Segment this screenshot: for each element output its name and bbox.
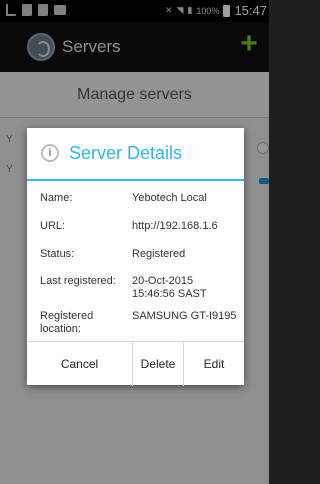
detail-value: 20-Oct-2015 15:46:56 SAST xyxy=(132,275,207,300)
detail-value: SAMSUNG GT-I9195 xyxy=(132,310,237,322)
detail-label: Registered location: xyxy=(40,310,94,335)
detail-value: Registered xyxy=(132,248,186,260)
detail-value: Yebotech Local xyxy=(132,192,207,204)
detail-label: Status: xyxy=(40,248,75,260)
detail-label: Name: xyxy=(40,192,73,204)
info-icon: i xyxy=(41,144,59,162)
server-details-dialog: i Server Details Name: Yebotech Local UR… xyxy=(27,128,244,386)
detail-label: URL: xyxy=(40,220,66,232)
dialog-header: i Server Details xyxy=(27,128,244,181)
cancel-button[interactable]: Cancel xyxy=(27,342,133,386)
detail-label: Last registered: xyxy=(40,275,116,287)
dialog-title: Server Details xyxy=(69,143,183,163)
detail-value: http://192.168.1.6 xyxy=(132,220,218,232)
dialog-buttons: Cancel Delete Edit xyxy=(27,341,244,386)
delete-button[interactable]: Delete xyxy=(133,342,184,386)
edit-button[interactable]: Edit xyxy=(184,342,244,386)
